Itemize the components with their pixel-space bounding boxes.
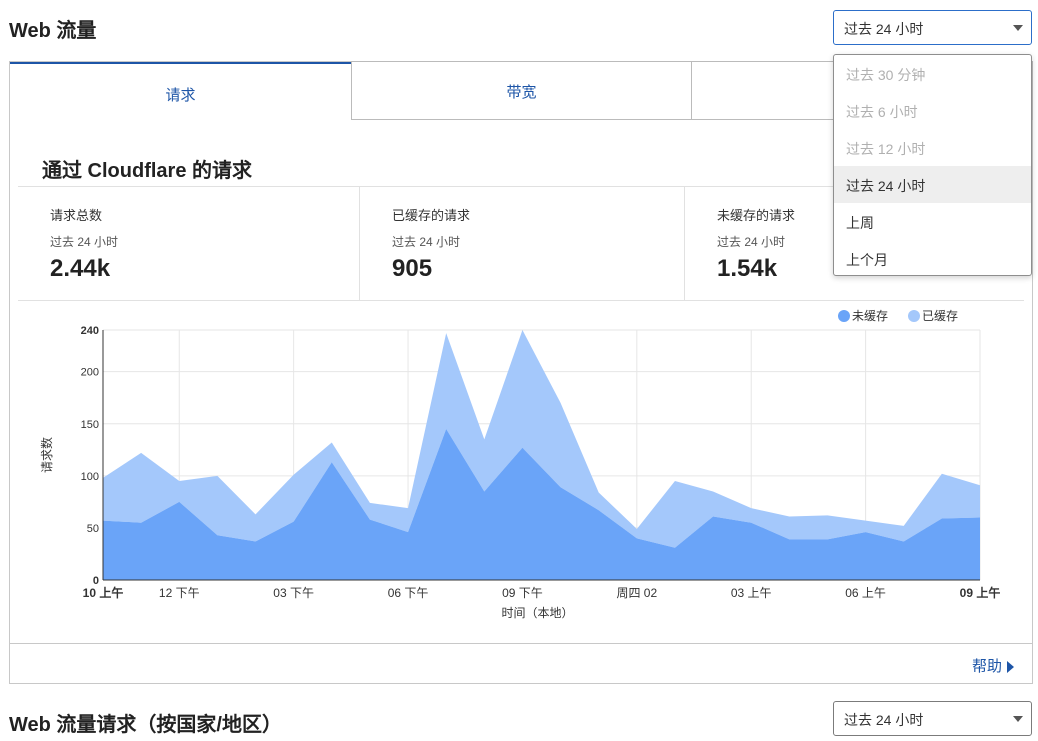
x-tick-label: 12 下午 <box>159 586 200 600</box>
legend-label: 已缓存 <box>922 309 958 323</box>
legend-marker <box>838 310 850 322</box>
chevron-down-icon <box>1013 716 1023 722</box>
stat-total-label: 请求总数 <box>50 208 103 223</box>
chevron-down-icon <box>1013 25 1023 31</box>
stat-cached: 已缓存的请求 过去 24 小时 905 <box>359 187 684 300</box>
x-tick-label: 03 上午 <box>731 586 772 600</box>
y-tick-label: 200 <box>81 367 99 379</box>
option-30-minutes[interactable]: 过去 30 分钟 <box>834 55 1031 92</box>
stat-cached-period: 过去 24 小时 <box>392 235 461 249</box>
option-24-hours[interactable]: 过去 24 小时 <box>834 166 1031 203</box>
time-range-value: 过去 24 小时 <box>844 21 924 37</box>
country-range-value: 过去 24 小时 <box>844 712 924 728</box>
country-range-select[interactable]: 过去 24 小时 <box>833 701 1032 736</box>
requests-panel-title: 通过 Cloudflare 的请求 <box>42 160 253 182</box>
time-range-select[interactable]: 过去 24 小时 <box>833 10 1032 45</box>
x-tick-label: 周四 02 <box>616 586 657 600</box>
help-label: 帮助 <box>971 658 1002 675</box>
stat-total: 请求总数 过去 24 小时 2.44k <box>18 187 359 300</box>
stat-total-period: 过去 24 小时 <box>50 235 119 249</box>
option-12-hours[interactable]: 过去 12 小时 <box>834 129 1031 166</box>
traffic-by-country-title: Web 流量请求（按国家/地区） <box>9 714 282 736</box>
help-link[interactable]: 帮助 <box>972 655 1014 676</box>
x-axis-title: 时间（本地） <box>501 606 573 620</box>
web-traffic-title: Web 流量 <box>9 20 97 42</box>
stat-total-value: 2.44k <box>50 255 111 282</box>
stat-cached-value: 905 <box>392 255 433 282</box>
y-tick-label: 50 <box>87 523 99 535</box>
y-tick-label: 100 <box>81 471 99 483</box>
legend-marker <box>908 310 920 322</box>
x-tick-label: 09 下午 <box>502 586 543 600</box>
option-6-hours[interactable]: 过去 6 小时 <box>834 92 1031 129</box>
y-axis-title: 请求数 <box>39 437 54 473</box>
help-bar: 帮助 <box>10 643 1032 683</box>
option-last-month[interactable]: 上个月 <box>834 240 1031 277</box>
play-arrow-icon <box>1007 661 1014 674</box>
x-tick-label: 10 上午 <box>83 585 124 600</box>
legend-label: 未缓存 <box>852 309 888 323</box>
x-tick-label: 09 上午 <box>960 585 1001 600</box>
y-tick-label: 240 <box>81 325 99 337</box>
x-tick-label: 06 上午 <box>845 586 886 600</box>
tab-bandwidth[interactable]: 带宽 <box>351 61 692 120</box>
time-range-dropdown: 过去 30 分钟 过去 6 小时 过去 12 小时 过去 24 小时 上周 上个… <box>833 54 1032 276</box>
option-last-week[interactable]: 上周 <box>834 203 1031 240</box>
stat-cached-label: 已缓存的请求 <box>392 208 471 223</box>
y-tick-label: 150 <box>81 419 99 431</box>
x-tick-label: 03 下午 <box>273 586 314 600</box>
x-tick-label: 06 下午 <box>388 586 429 600</box>
tab-requests[interactable]: 请求 <box>10 62 351 120</box>
requests-chart: 05010015020024010 上午 12 下午 03 下午 06 下午 09 下午… <box>39 309 1001 620</box>
